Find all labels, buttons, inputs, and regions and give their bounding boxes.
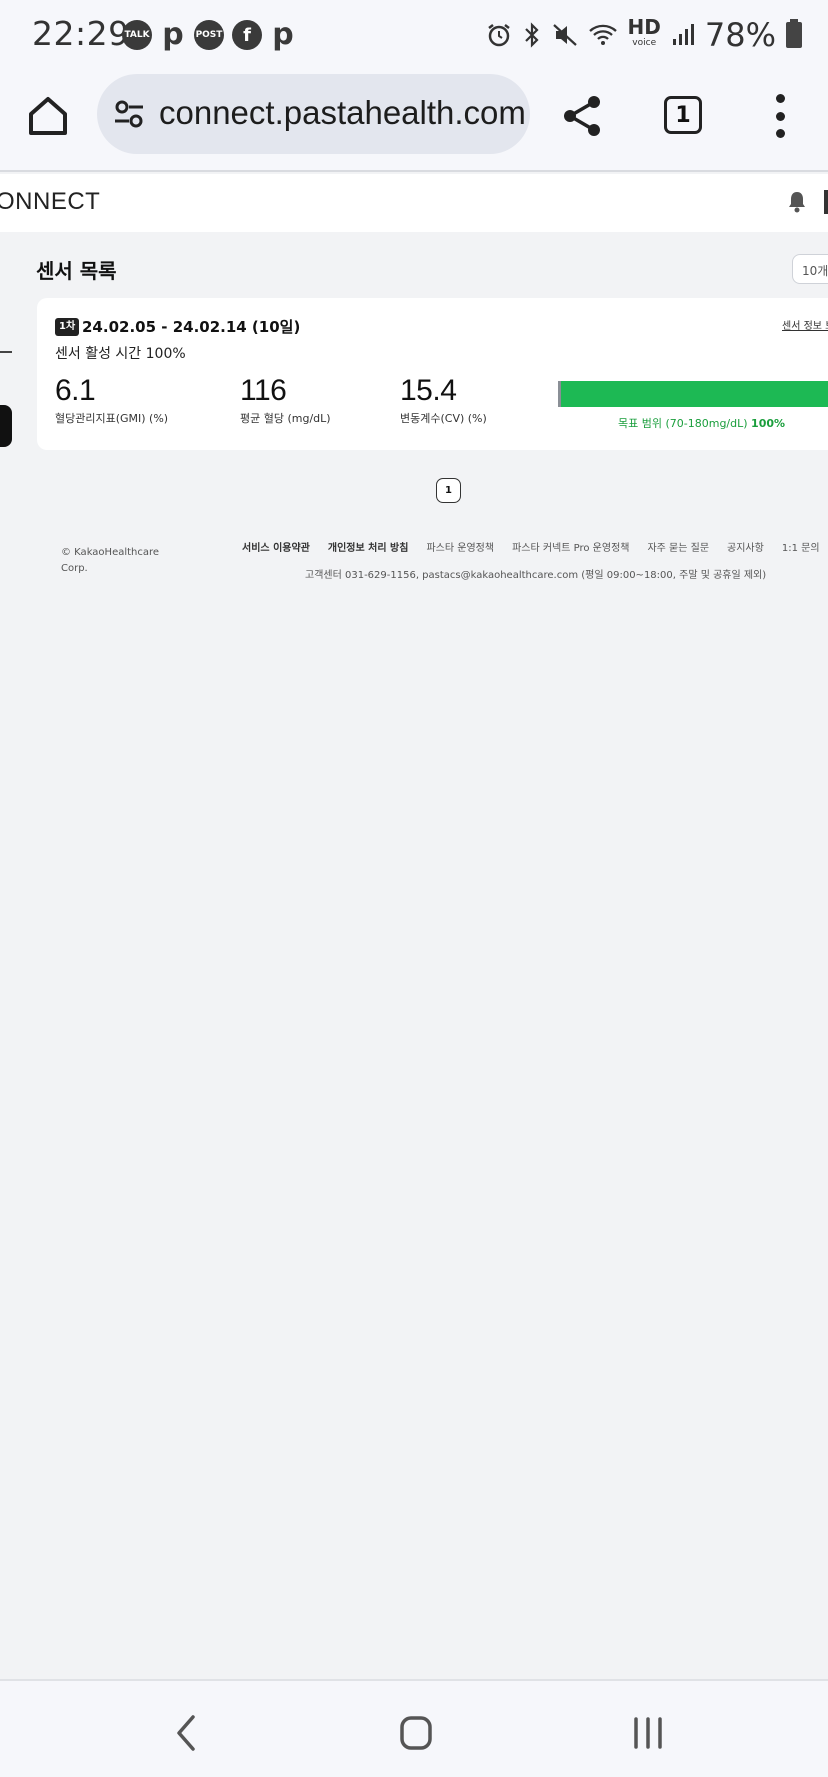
p-icon: p <box>162 17 184 52</box>
home-nav-icon[interactable] <box>396 1713 436 1753</box>
target-range-fill <box>561 381 828 407</box>
cv-value: 15.4 <box>400 374 457 407</box>
mute-icon <box>552 24 577 46</box>
post-icon: POST <box>194 20 224 50</box>
share-icon[interactable] <box>560 94 604 138</box>
footer-links: 서비스 이용약관 개인정보 처리 방침 파스타 운영정책 파스타 커넥트 Pro… <box>242 539 820 554</box>
bluetooth-icon <box>524 22 539 48</box>
sensor-period: 24.02.05 - 24.02.14 (10일) <box>82 318 301 336</box>
bell-icon[interactable] <box>786 190 808 214</box>
tab-switcher-button[interactable]: 1 <box>664 96 702 134</box>
status-time: 22:29 <box>32 14 130 53</box>
page-title: 센서 목록 <box>36 259 117 283</box>
gmi-label: 혈당관리지표(GMI) (%) <box>55 412 169 425</box>
side-nav-button[interactable] <box>0 405 12 447</box>
system-icons: HD voice 78% <box>486 16 802 54</box>
sensor-info-link[interactable]: 센서 정보 보기 <box>782 317 828 332</box>
more-menu-icon[interactable] <box>770 94 790 138</box>
side-nav-divider <box>0 351 12 353</box>
status-bar: 22:29 TALK p POST f p HD voice 78% <box>0 0 828 72</box>
cv-label: 변동계수(CV) (%) <box>400 412 487 425</box>
battery-percent: 78% <box>704 16 776 54</box>
avg-glucose-value: 116 <box>240 374 287 407</box>
url-text[interactable]: connect.pastahealth.com <box>159 94 526 132</box>
footer-contact: 고객센터 031-629-1156, pastacs@kakaohealthca… <box>305 570 767 581</box>
target-range-caption: 목표 범위 (70-180mg/dL) 100% <box>618 417 786 430</box>
sensor-order-badge: 1차 <box>55 318 80 336</box>
sensor-active-time: 센서 활성 시간 100% <box>55 346 186 362</box>
gmi-value: 6.1 <box>55 374 96 407</box>
header-menu-edge[interactable] <box>824 190 828 214</box>
page-size-select[interactable]: 10개씩 <box>792 254 828 284</box>
footer-link-notice[interactable]: 공지사항 <box>727 539 764 554</box>
avg-glucose-metric: 116 평균 혈당 (mg/dL) <box>240 374 331 426</box>
signal-icon <box>672 24 694 45</box>
footer-link-privacy[interactable]: 개인정보 처리 방침 <box>328 539 409 554</box>
facebook-icon: f <box>232 20 262 50</box>
home-icon[interactable] <box>26 94 70 138</box>
footer-link-faq[interactable]: 자주 묻는 질문 <box>647 539 709 554</box>
cv-metric: 15.4 변동계수(CV) (%) <box>400 374 487 426</box>
avg-glucose-label: 평균 혈당 (mg/dL) <box>240 412 331 425</box>
kakaotalk-icon: TALK <box>122 20 152 50</box>
footer-link-inquiry[interactable]: 1:1 문의 <box>782 539 820 554</box>
site-header: ONNECT <box>0 174 828 232</box>
footer-link-policy[interactable]: 파스타 운영정책 <box>426 539 494 554</box>
battery-icon <box>786 19 802 48</box>
pagination-page-1[interactable]: 1 <box>436 478 461 503</box>
footer-copyright: © KakaoHealthcare Corp. <box>61 547 160 574</box>
target-range-bar <box>558 381 828 407</box>
browser-toolbar: connect.pastahealth.com 1 <box>0 72 828 172</box>
p-icon: p <box>272 17 294 52</box>
address-bar[interactable]: connect.pastahealth.com <box>97 74 530 154</box>
alarm-icon <box>487 24 510 47</box>
back-icon[interactable] <box>167 1713 207 1753</box>
site-logo[interactable]: ONNECT <box>0 188 100 216</box>
wifi-icon <box>588 24 617 45</box>
recents-icon[interactable] <box>628 1713 668 1753</box>
footer-link-terms[interactable]: 서비스 이용약관 <box>242 539 310 554</box>
site-settings-icon[interactable] <box>113 98 145 130</box>
hd-voice-icon: HD voice <box>627 15 661 48</box>
footer-link-pro-policy[interactable]: 파스타 커넥트 Pro 운영정책 <box>512 539 629 554</box>
gmi-metric: 6.1 혈당관리지표(GMI) (%) <box>55 374 168 426</box>
sensor-card[interactable]: 1차 24.02.05 - 24.02.14 (10일) 센서 활성 시간 10… <box>37 298 828 450</box>
notification-icons: TALK p POST f p <box>122 20 296 50</box>
system-nav-bar <box>0 1679 828 1777</box>
